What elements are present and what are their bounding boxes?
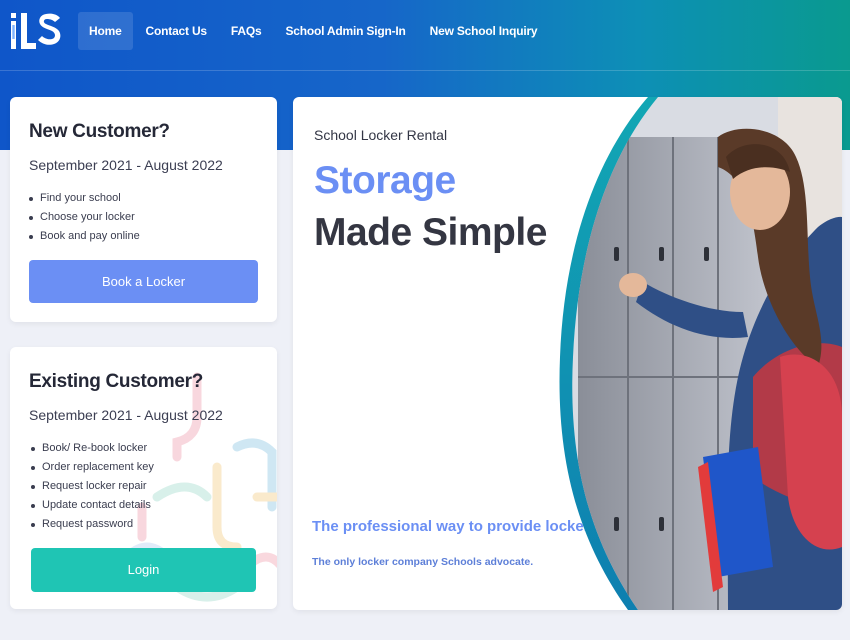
new-customer-list: Find your school Choose your locker Book… bbox=[29, 189, 140, 246]
new-customer-title: New Customer? bbox=[29, 121, 170, 142]
list-item: Choose your locker bbox=[29, 208, 140, 227]
nav-faqs[interactable]: FAQs bbox=[220, 12, 273, 50]
nav-school-admin-sign-in[interactable]: School Admin Sign-In bbox=[274, 12, 416, 50]
list-item: Order replacement key bbox=[31, 458, 154, 477]
hero-headline-accent: Storage bbox=[314, 159, 456, 202]
nav-home[interactable]: Home bbox=[78, 12, 133, 50]
login-button[interactable]: Login bbox=[31, 548, 256, 592]
existing-customer-list: Book/ Re-book locker Order replacement k… bbox=[31, 439, 154, 534]
list-item: Request password bbox=[31, 515, 154, 534]
existing-customer-period: September 2021 - August 2022 bbox=[29, 407, 223, 423]
new-customer-card: New Customer? September 2021 - August 20… bbox=[10, 97, 277, 322]
nav-contact-us[interactable]: Contact Us bbox=[135, 12, 218, 50]
new-customer-period: September 2021 - August 2022 bbox=[29, 157, 223, 173]
hero-banner: School Locker Rental Storage Made Simple… bbox=[293, 97, 842, 610]
nav-divider bbox=[0, 70, 850, 71]
ils-logo[interactable] bbox=[10, 10, 64, 52]
existing-customer-card: Existing Customer? September 2021 - Augu… bbox=[10, 347, 277, 609]
hero-headline: Made Simple bbox=[314, 211, 547, 254]
student-locker-photo bbox=[559, 97, 842, 610]
list-item: Book and pay online bbox=[29, 227, 140, 246]
hero-kicker: School Locker Rental bbox=[314, 127, 448, 143]
list-item: Request locker repair bbox=[31, 477, 154, 496]
existing-customer-title: Existing Customer? bbox=[29, 371, 204, 392]
nav-new-school-inquiry[interactable]: New School Inquiry bbox=[419, 12, 549, 50]
list-item: Book/ Re-book locker bbox=[31, 439, 154, 458]
list-item: Find your school bbox=[29, 189, 140, 208]
hero-subtagline: The only locker company Schools advocate… bbox=[312, 556, 534, 568]
list-item: Update contact details bbox=[31, 496, 154, 515]
main-nav: Home Contact Us FAQs School Admin Sign-I… bbox=[78, 12, 550, 50]
book-locker-button[interactable]: Book a Locker bbox=[29, 260, 258, 303]
